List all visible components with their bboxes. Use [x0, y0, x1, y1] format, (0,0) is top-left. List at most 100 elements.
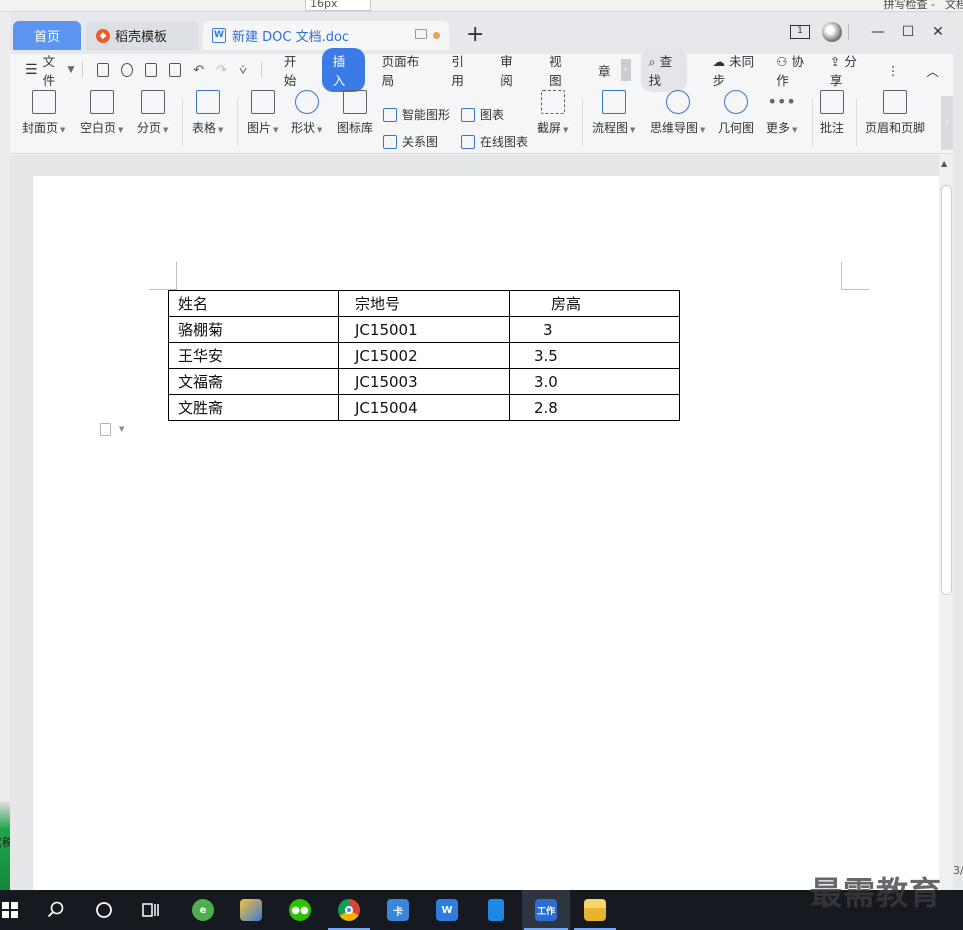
- save-icon[interactable]: [97, 63, 110, 77]
- search-label: 查找: [648, 54, 673, 88]
- sync-button[interactable]: ☁ 未同步: [713, 51, 763, 89]
- scroll-up-icon[interactable]: ▲: [941, 159, 947, 168]
- geometry-icon: [724, 90, 748, 114]
- tab-section[interactable]: 章: [587, 58, 622, 83]
- print-preview-icon[interactable]: [169, 63, 182, 77]
- minimize-button[interactable]: —: [863, 24, 893, 40]
- relation-chart-icon: [383, 134, 397, 149]
- table-cell[interactable]: 房高: [509, 290, 680, 317]
- table-cell[interactable]: JC15004: [338, 394, 510, 421]
- header-footer-button[interactable]: 页眉和页脚: [865, 90, 925, 136]
- table-cell[interactable]: 文胜斋: [168, 394, 339, 421]
- relation-chart-button[interactable]: 关系图: [383, 133, 438, 150]
- comment-button[interactable]: 批注: [820, 90, 844, 136]
- mindmap-button[interactable]: 思维导图 ▼: [650, 90, 705, 136]
- work-app-icon[interactable]: 工作: [522, 890, 570, 930]
- maximize-button[interactable]: ☐: [893, 24, 923, 40]
- format-painter-icon[interactable]: [121, 63, 134, 77]
- wechat-icon[interactable]: ●●: [277, 890, 323, 930]
- page-count-icon[interactable]: 1: [790, 25, 810, 39]
- avatar[interactable]: [822, 22, 842, 42]
- file-explorer-icon[interactable]: [572, 890, 618, 930]
- collapse-ribbon-icon[interactable]: ︿: [926, 61, 939, 80]
- customize-toolbar-icon[interactable]: ⩒: [239, 63, 247, 78]
- margin-mark-top-left: [149, 262, 177, 290]
- shape-button[interactable]: 形状 ▼: [291, 90, 322, 136]
- cortana-icon[interactable]: [82, 890, 126, 930]
- geometry-button[interactable]: 几何图: [718, 90, 754, 136]
- undo-icon[interactable]: ↶: [193, 63, 204, 78]
- cover-page-button[interactable]: 封面页 ▼: [22, 90, 65, 136]
- picture-icon: [250, 90, 275, 114]
- monitor-icon[interactable]: [415, 29, 427, 39]
- table-cell[interactable]: 姓名: [168, 290, 339, 317]
- scrollbar-thumb[interactable]: [941, 185, 952, 595]
- chevron-down-icon[interactable]: ▼: [119, 425, 124, 433]
- tab-template-label: 稻壳模板: [115, 30, 168, 45]
- chart-icon: [461, 107, 475, 122]
- screenshot-button[interactable]: 截屏 ▼: [537, 90, 568, 136]
- table-cell[interactable]: 文福斋: [168, 368, 339, 395]
- close-button[interactable]: ✕: [923, 24, 953, 40]
- collab-button[interactable]: ⚇ 协作: [776, 51, 816, 89]
- app-folder-icon[interactable]: [228, 890, 274, 930]
- paragraph-layout-icon[interactable]: [100, 423, 111, 436]
- tab-document[interactable]: W 新建 DOC 文档.doc: [203, 21, 449, 50]
- icon-library-button[interactable]: 图标库: [337, 90, 373, 136]
- cell-height: 3.0: [534, 372, 558, 391]
- online-chart-button[interactable]: 在线图表: [461, 133, 528, 150]
- cell-name: 王华安: [178, 347, 224, 365]
- table-cell[interactable]: 3: [509, 316, 680, 343]
- page-break-button[interactable]: 分页 ▼: [137, 90, 168, 136]
- share-button[interactable]: ⇪ 分享: [830, 51, 869, 89]
- smart-shape-button[interactable]: 智能图形: [383, 106, 450, 123]
- cell-height: 2.8: [534, 398, 558, 417]
- blank-page-button[interactable]: 空白页 ▼: [80, 90, 123, 136]
- table-cell[interactable]: 宗地号: [338, 290, 510, 317]
- more-button[interactable]: ••• 更多 ▼: [766, 90, 797, 136]
- table-cell[interactable]: 2.8: [509, 394, 680, 421]
- tab-home[interactable]: 首页: [13, 21, 81, 50]
- ribbon-scroll-right-icon[interactable]: ›: [941, 96, 953, 150]
- print-icon[interactable]: [145, 63, 158, 77]
- table-cell[interactable]: 3.5: [509, 342, 680, 369]
- chrome-icon[interactable]: [326, 890, 372, 930]
- phone-app-icon[interactable]: [473, 890, 519, 930]
- flowchart-button[interactable]: 流程图 ▼: [592, 90, 635, 136]
- menu-bar: ☰ 文件 ▼ ↶ ↷ ⩒ 开始 插入 页面布局 引用 审阅 视图 章 › ⌕ 查…: [10, 48, 953, 92]
- table-button[interactable]: 表格 ▼: [192, 90, 223, 136]
- desktop-edge-right: 3/: [953, 12, 963, 890]
- vertical-scrollbar[interactable]: ▲: [939, 155, 953, 890]
- file-menu[interactable]: 文件: [43, 51, 64, 89]
- table-cell[interactable]: JC15003: [338, 368, 510, 395]
- table-row: 文胜斋 JC15004 2.8: [168, 394, 680, 421]
- picture-button[interactable]: 图片 ▼: [247, 90, 278, 136]
- table-cell[interactable]: 王华安: [168, 342, 339, 369]
- table-cell[interactable]: JC15001: [338, 316, 510, 343]
- scroll-tabs-right-icon[interactable]: ›: [620, 59, 631, 81]
- wps-icon[interactable]: W: [424, 890, 470, 930]
- chart-button[interactable]: 图表: [461, 106, 504, 123]
- document-table[interactable]: 姓名 宗地号 房高 骆棚菊 JC15001 3 王华安 JC15002 3.5 …: [168, 290, 680, 421]
- tab-template[interactable]: ◆ 稻壳模板: [86, 21, 198, 50]
- divider: [856, 98, 857, 146]
- more-options-icon[interactable]: ⋮: [887, 63, 901, 78]
- table-cell[interactable]: 3.0: [509, 368, 680, 395]
- new-tab-button[interactable]: +: [466, 23, 484, 47]
- search-icon[interactable]: [34, 890, 78, 930]
- task-view-icon[interactable]: [130, 890, 174, 930]
- tab-document-label: 新建 DOC 文档.doc: [232, 30, 350, 45]
- screenshot-icon: [540, 90, 565, 114]
- chevron-down-icon[interactable]: ▼: [67, 65, 74, 75]
- cell-name: 骆棚菊: [178, 321, 224, 339]
- table-label: 表格: [192, 121, 217, 135]
- table-cell[interactable]: 骆棚菊: [168, 316, 339, 343]
- shape-icon: [294, 90, 319, 114]
- tab-bar: 首页 ◆ 稻壳模板 W 新建 DOC 文档.doc + 1 — ☐ ✕: [10, 12, 953, 54]
- menu-icon[interactable]: ☰: [25, 62, 38, 78]
- ie-icon[interactable]: e: [180, 890, 226, 930]
- table-cell[interactable]: JC15002: [338, 342, 510, 369]
- document-page[interactable]: 姓名 宗地号 房高 骆棚菊 JC15001 3 王华安 JC15002 3.5 …: [33, 176, 940, 890]
- start-icon[interactable]: [0, 890, 20, 930]
- card-app-icon[interactable]: 卡: [375, 890, 421, 930]
